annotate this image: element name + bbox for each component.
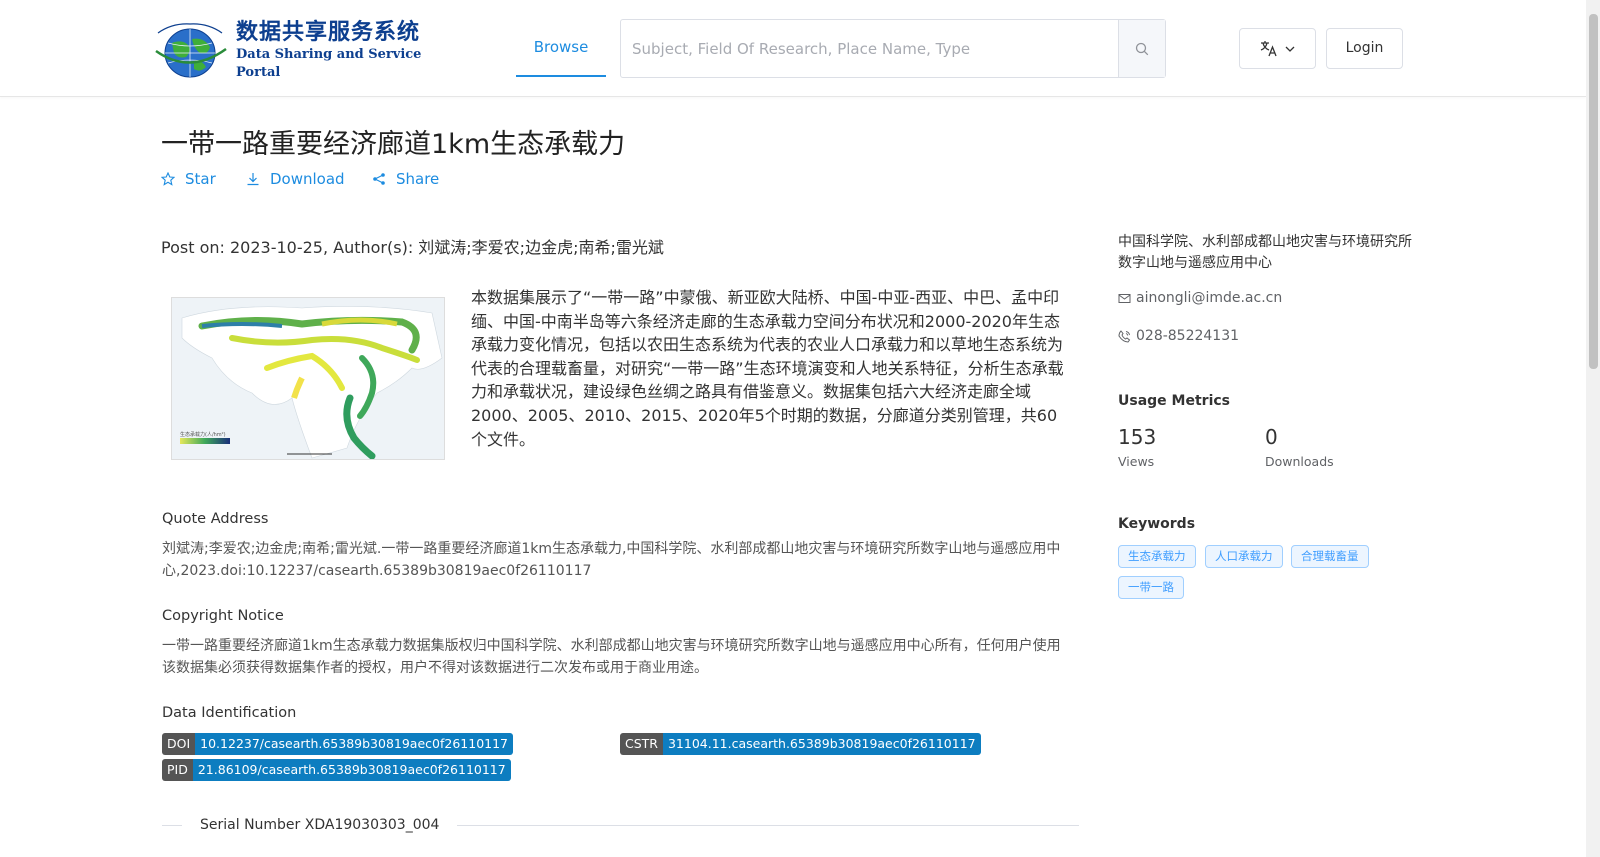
copyright-notice-title: Copyright Notice	[162, 608, 284, 624]
cstr-badge[interactable]: CSTR 31104.11.casearth.65389b30819aec0f2…	[620, 733, 981, 755]
download-icon	[247, 173, 259, 186]
site-header: 数据共享服务系统 Data Sharing and Service Portal…	[0, 0, 1586, 97]
dataset-actions: Star Download Share	[161, 168, 439, 190]
doi-key: DOI	[162, 733, 196, 755]
keyword-tag[interactable]: 合理载畜量	[1291, 545, 1369, 568]
cstr-key: CSTR	[620, 733, 663, 755]
downloads-label: Downloads	[1265, 454, 1334, 469]
doi-value: 10.12237/casearth.65389b30819aec0f261101…	[195, 733, 514, 755]
keyword-tag[interactable]: 人口承载力	[1205, 545, 1283, 568]
cstr-value: 31104.11.casearth.65389b30819aec0f261101…	[662, 733, 981, 755]
phone-text: 028-85224131	[1136, 328, 1240, 344]
phone-icon	[1118, 329, 1131, 343]
keyword-tag[interactable]: 一带一路	[1118, 576, 1184, 599]
scrollbar-thumb[interactable]	[1589, 14, 1598, 369]
translate-icon	[1260, 40, 1277, 56]
serial-number: Serial Number XDA19030303_004	[200, 817, 440, 833]
star-icon	[161, 172, 175, 186]
nav-browse-tab[interactable]: Browse	[516, 18, 606, 77]
mail-icon	[1118, 293, 1131, 303]
views-count: 153	[1118, 425, 1157, 449]
download-label: Download	[270, 170, 345, 188]
share-button[interactable]: Share	[372, 168, 439, 190]
search-input[interactable]	[621, 20, 1119, 77]
dataset-thumbnail-map[interactable]: 生态承载力(人/hm²)	[171, 297, 445, 460]
chevron-down-icon	[1285, 46, 1294, 52]
organization-name: 中国科学院、水利部成都山地灾害与环境研究所数字山地与遥感应用中心	[1118, 234, 1412, 271]
search-box	[620, 19, 1166, 78]
email-text: ainongli@imde.ac.cn	[1136, 290, 1283, 306]
quote-address-title: Quote Address	[162, 511, 269, 527]
dataset-title: 一带一路重要经济廊道1km生态承载力	[161, 129, 626, 160]
logo-title-cn: 数据共享服务系统	[236, 19, 421, 45]
map-legend-label: 生态承载力(人/hm²)	[180, 431, 226, 438]
serial-number-divider: Serial Number XDA19030303_004	[162, 813, 1079, 837]
quote-address-body: 刘斌涛;李爱农;边金虎;南希;雷光斌.一带一路重要经济廊道1km生态承载力,中国…	[162, 541, 1061, 579]
dataset-description: 本数据集展示了“一带一路”中蒙俄、新亚欧大陆桥、中国-中亚-西亚、中巴、孟中印缅…	[471, 288, 1064, 449]
views-label: Views	[1118, 454, 1155, 469]
download-button[interactable]: Download	[246, 168, 372, 190]
keywords-title: Keywords	[1118, 516, 1196, 532]
share-icon	[373, 173, 385, 185]
downloads-count: 0	[1265, 425, 1278, 449]
post-meta: Post on: 2023-10-25, Author(s): 刘斌涛;李爱农;…	[161, 238, 664, 257]
globe-logo-icon	[152, 21, 230, 79]
language-switch-button[interactable]	[1239, 28, 1316, 69]
doi-badge[interactable]: DOI 10.12237/casearth.65389b30819aec0f26…	[162, 733, 514, 755]
site-logo[interactable]: 数据共享服务系统 Data Sharing and Service Portal	[152, 19, 442, 80]
star-button[interactable]: Star	[161, 168, 246, 190]
copyright-notice-body: 一带一路重要经济廊道1km生态承载力数据集版权归中国科学院、水利部成都山地灾害与…	[162, 638, 1061, 676]
pid-badge[interactable]: PID 21.86109/casearth.65389b30819aec0f26…	[162, 759, 511, 781]
pid-value: 21.86109/casearth.65389b30819aec0f261101…	[192, 759, 511, 781]
pid-key: PID	[162, 759, 193, 781]
contact-phone[interactable]: 028-85224131	[1118, 328, 1239, 344]
usage-metrics-title: Usage Metrics	[1118, 393, 1230, 409]
logo-title-en: Data Sharing and Service Portal	[236, 47, 422, 80]
login-button[interactable]: Login	[1326, 28, 1403, 69]
contact-email[interactable]: ainongli@imde.ac.cn	[1118, 290, 1282, 306]
star-label: Star	[185, 170, 216, 188]
share-label: Share	[396, 170, 440, 188]
data-identification-title: Data Identification	[162, 705, 297, 721]
search-icon	[1135, 42, 1149, 55]
search-button[interactable]	[1118, 20, 1165, 77]
keyword-tag[interactable]: 生态承载力	[1118, 545, 1196, 568]
